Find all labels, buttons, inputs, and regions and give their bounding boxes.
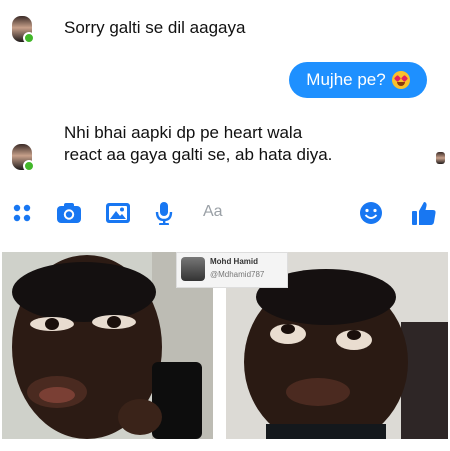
emoji-icon[interactable] <box>357 200 385 226</box>
incoming-message-line: Nhi bhai aapki dp pe heart wala <box>64 123 303 142</box>
like-icon[interactable] <box>409 200 439 226</box>
image-icon[interactable] <box>104 200 132 226</box>
contact-avatar[interactable] <box>12 16 35 44</box>
seen-receipt-avatar <box>436 152 445 164</box>
online-status-dot <box>23 160 35 172</box>
composer-toolbar <box>0 196 450 232</box>
meme-credit-tag: Mohd Hamid @Mdhamid787 <box>176 252 288 288</box>
outgoing-message-text: Mujhe pe? <box>306 70 386 89</box>
apps-icon[interactable] <box>10 200 34 226</box>
contact-avatar[interactable] <box>12 144 35 172</box>
camera-icon[interactable] <box>55 200 83 226</box>
credit-avatar <box>181 257 205 281</box>
incoming-message: Nhi bhai aapki dp pe heart wala react aa… <box>64 122 332 166</box>
microphone-icon[interactable] <box>153 200 175 226</box>
incoming-message: Sorry galti se dil aagaya <box>64 18 246 37</box>
heart-eyes-emoji-icon <box>391 71 410 89</box>
online-status-dot <box>23 32 35 44</box>
chat-area: Sorry galti se dil aagaya Mujhe pe? Nhi … <box>0 0 450 243</box>
message-input[interactable]: Aa <box>203 203 223 221</box>
outgoing-message-bubble[interactable]: Mujhe pe? <box>289 62 427 98</box>
incoming-message-line: react aa gaya galti se, ab hata diya. <box>64 145 333 164</box>
credit-name: Mohd Hamid <box>210 257 258 266</box>
credit-handle: @Mdhamid787 <box>210 270 265 279</box>
